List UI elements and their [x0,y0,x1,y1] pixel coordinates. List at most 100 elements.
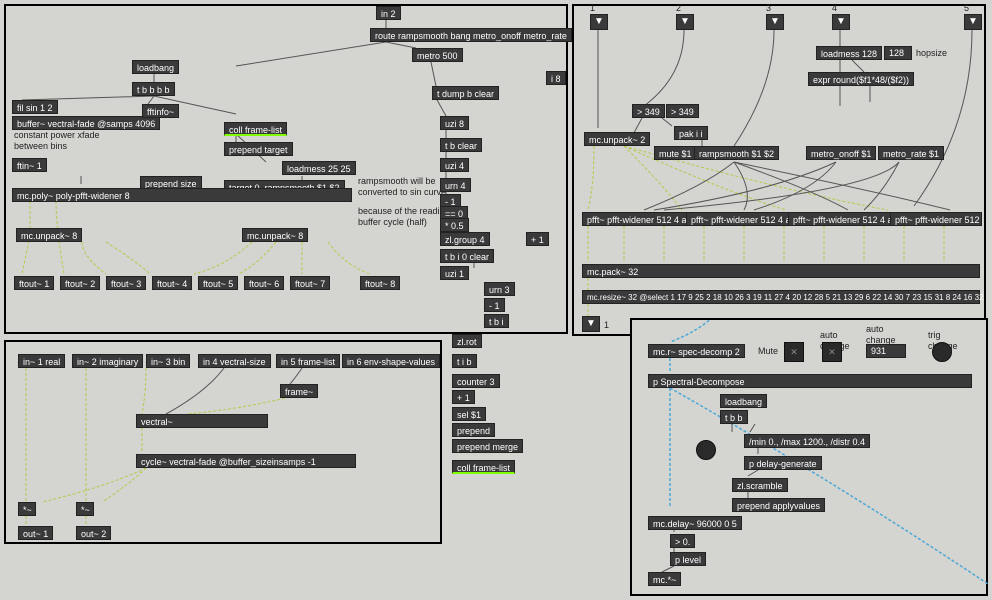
obj-expr[interactable]: expr round($f1*48/($f2)) [808,72,914,86]
obj-mcresize[interactable]: mc.resize~ 32 @select 1 17 9 25 2 18 10 … [582,290,980,304]
obj-coll2[interactable]: coll frame-list [452,460,515,474]
obj-i8[interactable]: i 8 [546,71,566,85]
obj-route[interactable]: route rampsmooth bang metro_onoff metro_… [370,28,572,42]
toggle-mute[interactable]: ✕ [784,342,804,362]
patcher-main: in 2 route rampsmooth bang metro_onoff m… [4,4,568,334]
obj-loadmess128[interactable]: loadmess 128 [816,46,882,60]
obj-mcpoly[interactable]: mc.poly~ poly-pfft-widener 8 [12,188,352,202]
num-931[interactable]: 931 [866,344,906,358]
inlet-2[interactable] [676,14,694,30]
obj-uzi4[interactable]: uzi 4 [440,158,469,172]
obj-rampsmooth[interactable]: rampsmooth $1 $2 [694,146,779,160]
obj-prepend-merge[interactable]: prepend merge [452,439,523,453]
obj-tbi0clear[interactable]: t b i 0 clear [440,249,494,263]
inlet-4-num: 4 [832,3,837,14]
obj-metro[interactable]: metro 500 [412,48,463,62]
obj-vectral[interactable]: vectral~ [136,414,268,428]
obj-ftout8[interactable]: ftout~ 8 [360,276,400,290]
obj-in1[interactable]: in~ 1 real [18,354,65,368]
obj-gt349b[interactable]: > 349 [666,104,699,118]
obj-tbb[interactable]: t b b [720,410,748,424]
obj-in4[interactable]: in 4 vectral-size [198,354,271,368]
obj-mul1[interactable]: *~ [18,502,36,516]
obj-mcunpack8a[interactable]: mc.unpack~ 8 [16,228,82,242]
obj-counter3[interactable]: counter 3 [452,374,500,388]
obj-gt349a[interactable]: > 349 [632,104,665,118]
obj-in2[interactable]: in 2 [376,6,401,20]
obj-minus1b[interactable]: - 1 [484,298,505,312]
obj-prepend-apply[interactable]: prepend applyvalues [732,498,825,512]
outlet-1[interactable] [582,316,600,332]
obj-mcunpack2[interactable]: mc.unpack~ 2 [584,132,650,146]
obj-mul05[interactable]: * 0.5 [440,218,469,232]
obj-pfft4[interactable]: pfft~ pfft-widener 512 4 args 8 [890,212,982,226]
obj-ftout3[interactable]: ftout~ 3 [106,276,146,290]
obj-mcpack32[interactable]: mc.pack~ 32 [582,264,980,278]
obj-mute[interactable]: mute $1 [654,146,697,160]
obj-metro-rate[interactable]: metro_rate $1 [878,146,944,160]
obj-coll[interactable]: coll frame-list [224,122,287,136]
obj-uzi1[interactable]: uzi 1 [440,266,469,280]
obj-zlgroup4[interactable]: zl.group 4 [440,232,490,246]
obj-ftout4[interactable]: ftout~ 4 [152,276,192,290]
obj-zlrot[interactable]: zl.rot [452,334,482,348]
obj-sel[interactable]: sel $1 [452,407,486,421]
btn-bang[interactable] [696,440,716,460]
obj-fil-sin[interactable]: fil sin 1 2 [12,100,58,114]
obj-urn4[interactable]: urn 4 [440,178,471,192]
inlet-3[interactable] [766,14,784,30]
obj-in5[interactable]: in 5 frame-list [276,354,340,368]
obj-zlscramble[interactable]: zl.scramble [732,478,788,492]
obj-loadmess25[interactable]: loadmess 25 25 [282,161,356,175]
obj-loadbang2[interactable]: loadbang [720,394,767,408]
obj-prepend-target[interactable]: prepend target [224,142,293,156]
obj-pspectral[interactable]: p Spectral-Decompose [648,374,972,388]
obj-loadbang[interactable]: loadbang [132,60,179,74]
obj-tbclear[interactable]: t b clear [440,138,482,152]
obj-ftout6[interactable]: ftout~ 6 [244,276,284,290]
inlet-1[interactable] [590,14,608,30]
obj-mcunpack8b[interactable]: mc.unpack~ 8 [242,228,308,242]
obj-out2[interactable]: out~ 2 [76,526,111,540]
patcher-pfft: 1 2 3 4 5 loadmess 128 128 hopsize expr … [572,4,986,336]
obj-in2-imag[interactable]: in~ 2 imaginary [72,354,143,368]
obj-out1[interactable]: out~ 1 [18,526,53,540]
obj-tdump[interactable]: t dump b clear [432,86,499,100]
obj-ftout2[interactable]: ftout~ 2 [60,276,100,290]
obj-plevel[interactable]: p level [670,552,706,566]
num-128[interactable]: 128 [884,46,912,60]
inlet-5[interactable] [964,14,982,30]
obj-fftinfo[interactable]: fftinfo~ [142,104,179,118]
obj-mcr[interactable]: mc.r~ spec-decomp 2 [648,344,745,358]
comment-hopsize: hopsize [916,48,947,59]
btn-trig[interactable] [932,342,952,362]
obj-urn3[interactable]: urn 3 [484,282,515,296]
obj-in6[interactable]: in 6 env-shape-values [342,354,440,368]
obj-lmin[interactable]: /min 0., /max 1200., /distr 0.4 [744,434,870,448]
obj-plus1[interactable]: + 1 [526,232,549,246]
obj-mul2[interactable]: *~ [76,502,94,516]
obj-plus1c[interactable]: + 1 [452,390,475,404]
inlet-4[interactable] [832,14,850,30]
obj-prepend[interactable]: prepend [452,423,495,437]
obj-mcdelay[interactable]: mc.delay~ 96000 0 5 [648,516,742,530]
toggle-autochange[interactable]: ✕ [822,342,842,362]
obj-tib[interactable]: t i b [452,354,477,368]
obj-metro-onoff[interactable]: metro_onoff $1 [806,146,876,160]
obj-buffer[interactable]: buffer~ vectral-fade @samps 4096 [12,116,160,130]
obj-ftin[interactable]: ftin~ 1 [12,158,47,172]
obj-cycle[interactable]: cycle~ vectral-fade @buffer_sizeinsamps … [136,454,356,468]
obj-tbbbb[interactable]: t b b b b [132,82,175,96]
obj-ftout5[interactable]: ftout~ 5 [198,276,238,290]
obj-mcmul[interactable]: mc.*~ [648,572,681,586]
obj-frame[interactable]: frame~ [280,384,318,398]
obj-pdelay[interactable]: p delay-generate [744,456,822,470]
obj-paki[interactable]: pak i i [674,126,708,140]
obj-ftout7[interactable]: ftout~ 7 [290,276,330,290]
obj-in3[interactable]: in~ 3 bin [146,354,190,368]
obj-tbi[interactable]: t b i [484,314,509,328]
obj-uzi8[interactable]: uzi 8 [440,116,469,130]
obj-gt0[interactable]: > 0. [670,534,695,548]
patcher-main-ext: zl.rot t i b counter 3 + 1 sel $1 prepen… [446,334,568,456]
obj-ftout1[interactable]: ftout~ 1 [14,276,54,290]
